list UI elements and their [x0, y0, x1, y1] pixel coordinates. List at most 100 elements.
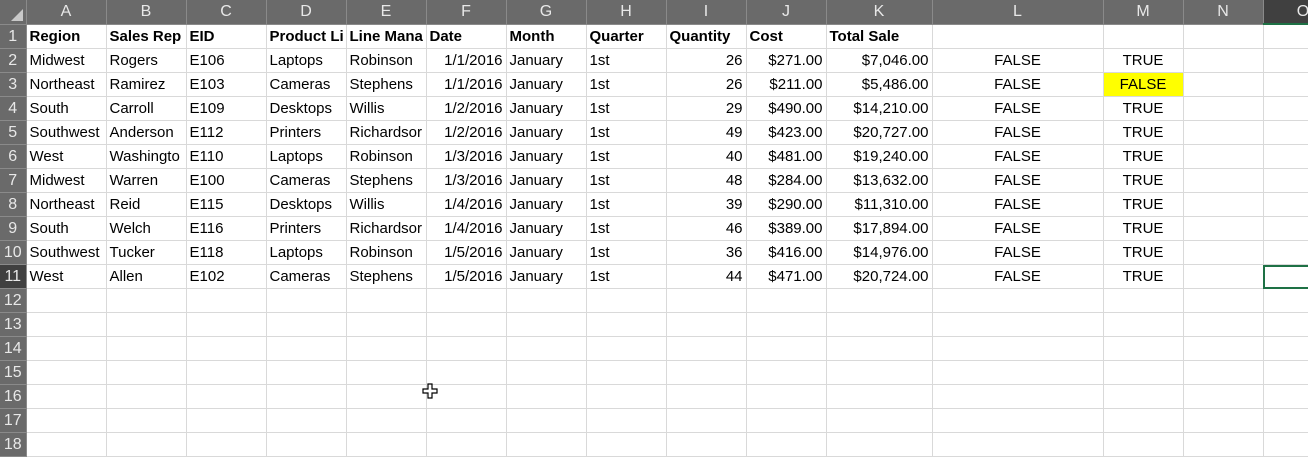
empty-cell[interactable] — [506, 312, 587, 337]
cell-f4[interactable]: 1/2/2016 — [426, 96, 507, 121]
cell-d5[interactable]: Printers — [266, 120, 347, 145]
cell-o9[interactable] — [1263, 216, 1308, 241]
empty-cell[interactable] — [26, 360, 107, 385]
row-header-14[interactable]: 14 — [0, 336, 27, 361]
empty-cell[interactable] — [746, 312, 827, 337]
empty-cell[interactable] — [746, 408, 827, 433]
column-header-k[interactable]: K — [826, 0, 933, 25]
empty-cell[interactable] — [586, 408, 667, 433]
cell-m3-highlighted[interactable]: FALSE — [1103, 72, 1184, 97]
cell-c10[interactable]: E118 — [186, 240, 267, 265]
cell-i11[interactable]: 44 — [666, 264, 747, 289]
cell-h7[interactable]: 1st — [586, 168, 667, 193]
column-header-o[interactable]: O — [1263, 0, 1308, 25]
empty-cell[interactable] — [346, 288, 427, 313]
empty-cell[interactable] — [1103, 408, 1184, 433]
cell-g3[interactable]: January — [506, 72, 587, 97]
cell-i6[interactable]: 40 — [666, 144, 747, 169]
empty-cell[interactable] — [666, 312, 747, 337]
cell-l5[interactable]: FALSE — [932, 120, 1104, 145]
cell-n10[interactable] — [1183, 240, 1264, 265]
empty-cell[interactable] — [426, 336, 507, 361]
cell-h9[interactable]: 1st — [586, 216, 667, 241]
empty-cell[interactable] — [1183, 336, 1264, 361]
cell-e11[interactable]: Stephens — [346, 264, 427, 289]
cell-k3[interactable]: $5,486.00 — [826, 72, 933, 97]
column-header-c[interactable]: C — [186, 0, 267, 25]
cell-b5[interactable]: Anderson — [106, 120, 187, 145]
cell-m11[interactable]: TRUE — [1103, 264, 1184, 289]
cell-j5[interactable]: $423.00 — [746, 120, 827, 145]
row-header-12[interactable]: 12 — [0, 288, 27, 313]
cell-i3[interactable]: 26 — [666, 72, 747, 97]
cell-a1[interactable]: Region — [26, 24, 107, 49]
cell-g8[interactable]: January — [506, 192, 587, 217]
cell-d10[interactable]: Laptops — [266, 240, 347, 265]
empty-cell[interactable] — [826, 312, 933, 337]
empty-cell[interactable] — [186, 312, 267, 337]
cell-e10[interactable]: Robinson — [346, 240, 427, 265]
cell-f6[interactable]: 1/3/2016 — [426, 144, 507, 169]
empty-cell[interactable] — [186, 360, 267, 385]
cell-c8[interactable]: E115 — [186, 192, 267, 217]
cell-d6[interactable]: Laptops — [266, 144, 347, 169]
empty-cell[interactable] — [346, 432, 427, 457]
cell-n2[interactable] — [1183, 48, 1264, 73]
cell-i2[interactable]: 26 — [666, 48, 747, 73]
cell-e8[interactable]: Willis — [346, 192, 427, 217]
cell-d4[interactable]: Desktops — [266, 96, 347, 121]
empty-cell[interactable] — [1263, 312, 1308, 337]
cell-l9[interactable]: FALSE — [932, 216, 1104, 241]
cell-i5[interactable]: 49 — [666, 120, 747, 145]
cell-c7[interactable]: E100 — [186, 168, 267, 193]
cell-b4[interactable]: Carroll — [106, 96, 187, 121]
cell-c9[interactable]: E116 — [186, 216, 267, 241]
empty-cell[interactable] — [1263, 360, 1308, 385]
cell-j10[interactable]: $416.00 — [746, 240, 827, 265]
cell-b2[interactable]: Rogers — [106, 48, 187, 73]
empty-cell[interactable] — [1183, 408, 1264, 433]
empty-cell[interactable] — [26, 432, 107, 457]
empty-cell[interactable] — [1103, 336, 1184, 361]
cell-n11[interactable] — [1183, 264, 1264, 289]
row-header-15[interactable]: 15 — [0, 360, 27, 385]
empty-cell[interactable] — [346, 312, 427, 337]
empty-cell[interactable] — [26, 384, 107, 409]
cell-l3[interactable]: FALSE — [932, 72, 1104, 97]
row-header-9[interactable]: 9 — [0, 216, 27, 241]
cell-g4[interactable]: January — [506, 96, 587, 121]
cell-l1[interactable] — [932, 24, 1104, 49]
cell-d7[interactable]: Cameras — [266, 168, 347, 193]
row-header-7[interactable]: 7 — [0, 168, 27, 193]
cell-d3[interactable]: Cameras — [266, 72, 347, 97]
cell-a6[interactable]: West — [26, 144, 107, 169]
cell-e6[interactable]: Robinson — [346, 144, 427, 169]
empty-cell[interactable] — [826, 408, 933, 433]
empty-cell[interactable] — [106, 384, 187, 409]
empty-cell[interactable] — [1183, 384, 1264, 409]
cell-d2[interactable]: Laptops — [266, 48, 347, 73]
cell-f1[interactable]: Date — [426, 24, 507, 49]
cell-i4[interactable]: 29 — [666, 96, 747, 121]
cell-j7[interactable]: $284.00 — [746, 168, 827, 193]
empty-cell[interactable] — [826, 288, 933, 313]
cell-e1[interactable]: Line Mana — [346, 24, 427, 49]
select-all-corner[interactable] — [0, 0, 27, 25]
empty-cell[interactable] — [932, 408, 1104, 433]
cell-e5[interactable]: Richardsor — [346, 120, 427, 145]
empty-cell[interactable] — [932, 312, 1104, 337]
cell-a3[interactable]: Northeast — [26, 72, 107, 97]
cell-k5[interactable]: $20,727.00 — [826, 120, 933, 145]
cell-m5[interactable]: TRUE — [1103, 120, 1184, 145]
cell-i7[interactable]: 48 — [666, 168, 747, 193]
cell-j4[interactable]: $490.00 — [746, 96, 827, 121]
cell-j1[interactable]: Cost — [746, 24, 827, 49]
cell-c2[interactable]: E106 — [186, 48, 267, 73]
cell-g7[interactable]: January — [506, 168, 587, 193]
empty-cell[interactable] — [106, 360, 187, 385]
column-header-n[interactable]: N — [1183, 0, 1264, 25]
cell-e9[interactable]: Richardsor — [346, 216, 427, 241]
empty-cell[interactable] — [186, 288, 267, 313]
row-header-5[interactable]: 5 — [0, 120, 27, 145]
empty-cell[interactable] — [426, 408, 507, 433]
